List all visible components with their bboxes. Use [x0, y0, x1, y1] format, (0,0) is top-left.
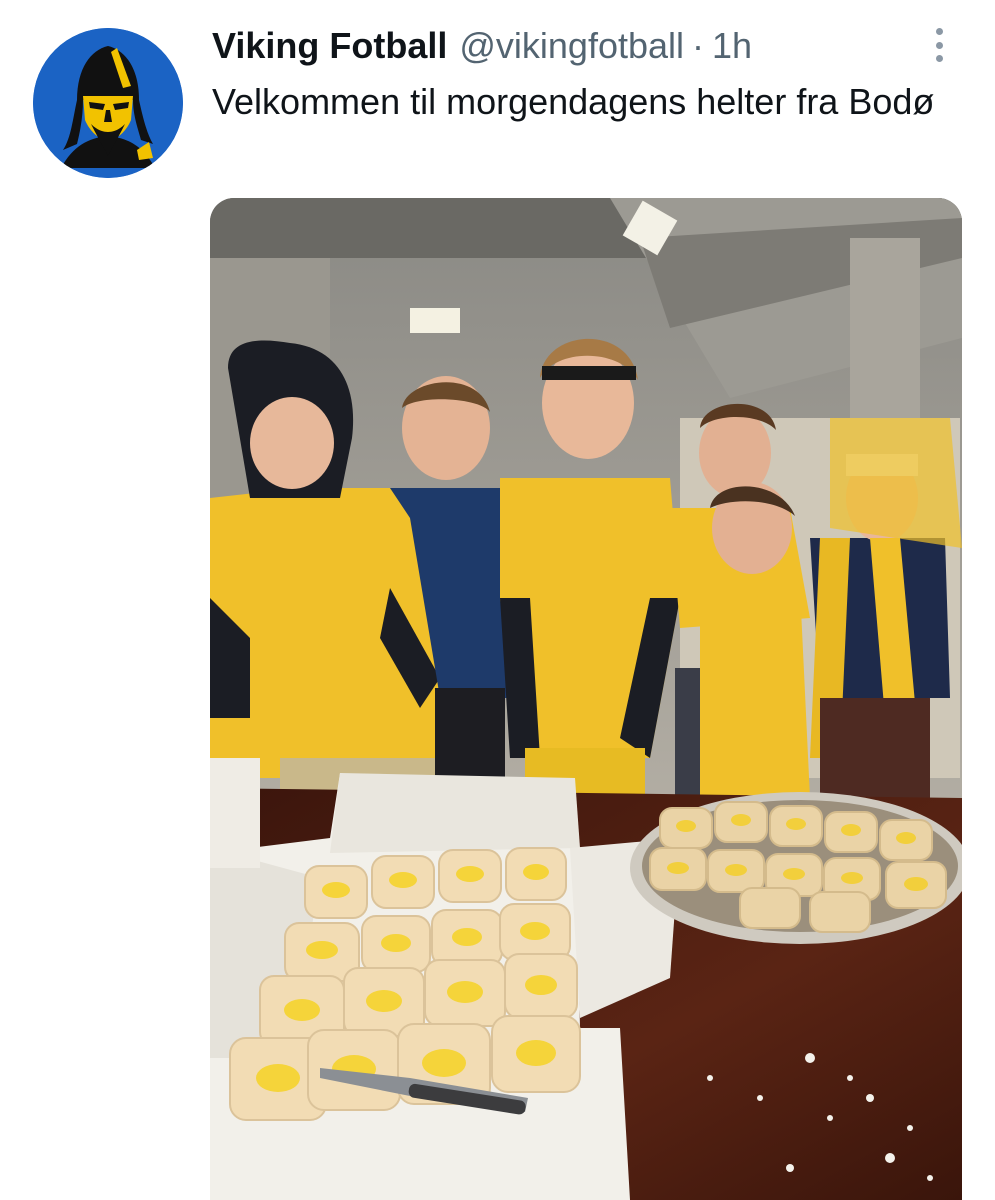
separator-dot: ·: [692, 25, 705, 66]
timestamp[interactable]: 1h: [712, 22, 752, 70]
tweet-text: Velkommen til morgendagens helter fra Bo…: [212, 81, 935, 122]
more-dot: [935, 41, 943, 49]
user-handle[interactable]: @vikingfotball: [459, 22, 684, 70]
tweet-header: Viking Fotball @vikingfotball · 1h: [212, 22, 752, 70]
tweet[interactable]: Viking Fotball @vikingfotball · 1h Velko…: [0, 0, 995, 1200]
avatar[interactable]: [33, 28, 183, 178]
photo-image: [210, 198, 962, 1200]
viking-logo-icon: [33, 28, 183, 178]
ceiling-light: [410, 308, 460, 333]
more-dot: [935, 28, 943, 35]
display-name[interactable]: Viking Fotball: [212, 22, 447, 70]
more-dot: [935, 55, 943, 62]
more-options-icon[interactable]: [926, 26, 952, 64]
tweet-photo[interactable]: [210, 198, 962, 1200]
